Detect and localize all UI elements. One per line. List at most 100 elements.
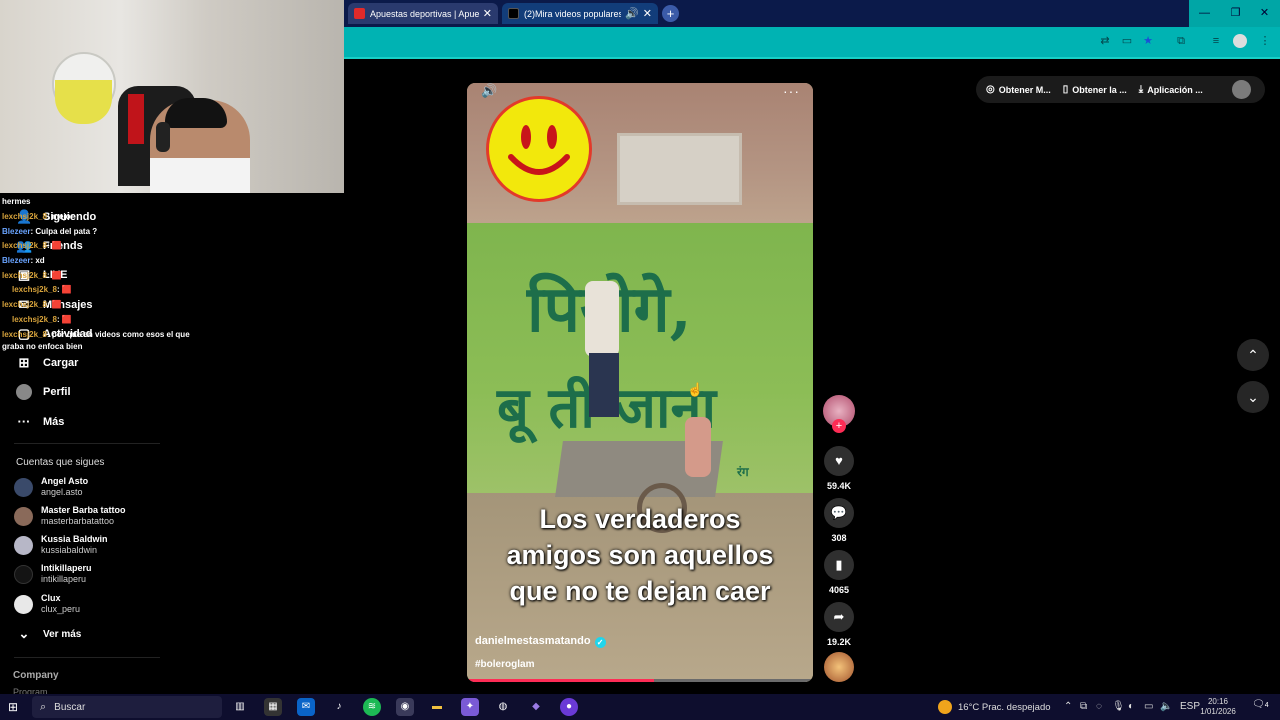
tray-app-icon[interactable]: ⧉ <box>1080 701 1087 712</box>
see-more-button[interactable]: ⌄ Ver más <box>16 626 82 642</box>
like-button[interactable]: ♥ <box>824 446 854 476</box>
sidebar-item-upload[interactable]: ⊞ Cargar <box>16 355 79 371</box>
new-tab-button[interactable]: + <box>662 5 679 22</box>
get-coins-button[interactable]: ◎ Obtener M... <box>986 84 1051 95</box>
tab-apuestas[interactable]: Apuestas deportivas | Apuesta ✕ <box>348 3 498 24</box>
search-icon: ⌕ <box>40 700 47 713</box>
caption-line: que no te dejan caer <box>509 576 771 606</box>
microphone-icon[interactable]: 🎙 <box>1112 701 1125 712</box>
smiley-sticker-icon <box>486 96 592 202</box>
tray-app-icon[interactable]: ◐ <box>1128 701 1134 712</box>
chevron-down-icon: ⌄ <box>1247 389 1259 405</box>
copilot-icon[interactable]: ✦ <box>461 698 479 716</box>
user-avatar[interactable] <box>1232 80 1251 99</box>
volume-icon[interactable]: 🔊 <box>481 83 499 99</box>
tab-tiktok[interactable]: (2)Mira videos populares s 🔊 ✕ <box>502 3 658 24</box>
translate-icon[interactable]: ⇄ <box>1098 34 1112 48</box>
notifications-icon[interactable]: 🗨4 <box>1252 699 1269 710</box>
file-explorer-icon[interactable]: ▬ <box>428 698 446 716</box>
clock[interactable]: 20:16 1/01/2026 <box>1198 697 1238 717</box>
comment-button[interactable]: 💬 <box>824 498 854 528</box>
outlook-icon[interactable]: ✉ <box>297 698 315 716</box>
followed-account[interactable]: Kussia Baldwin kussiabaldwin <box>14 534 108 556</box>
audio-icon[interactable]: 🔊 <box>625 7 639 20</box>
maximize-button[interactable]: ❐ <box>1220 0 1251 27</box>
music-disc-icon[interactable] <box>824 652 854 682</box>
weather-widget[interactable]: 16°C Prac. despejado <box>938 700 1051 714</box>
taskbar-search[interactable]: ⌕ Buscar <box>32 696 222 718</box>
store-icon[interactable]: ▦ <box>264 698 282 716</box>
like-count: 59.4K <box>826 481 852 491</box>
next-video-button[interactable]: ⌄ <box>1237 381 1269 413</box>
desktop-app-button[interactable]: ⤓ Aplicación ... <box>1139 84 1203 95</box>
video-progress-bar[interactable] <box>467 679 813 682</box>
extensions-icon[interactable]: ⧉ <box>1174 34 1188 48</box>
chat-user: lexchsj2k_8 <box>2 212 47 221</box>
chat-text: : 🟥 <box>46 241 62 250</box>
account-handle: angel.asto <box>41 487 83 497</box>
language-indicator[interactable]: ESP <box>1180 701 1200 712</box>
avatar <box>14 535 33 555</box>
chat-line: lexchsj2k_8: 🟥 <box>2 241 62 250</box>
followed-account[interactable]: Clux clux_peru <box>14 593 80 615</box>
video-player[interactable]: पियोगे, बू ती जाना रंग 🔊 ··· Los verdade… <box>467 83 813 682</box>
toolbar-divider <box>344 57 1280 59</box>
close-window-button[interactable]: ✕ <box>1249 0 1280 27</box>
bookmark-star-icon[interactable]: ★ <box>1141 34 1155 48</box>
caption-line: amigos son aquellos <box>506 540 774 570</box>
followed-account[interactable]: Master Barba tattoo masterbarbatattoo <box>14 505 126 527</box>
sidebar-item-more[interactable]: ··· Más <box>16 414 65 430</box>
avatar <box>14 477 33 497</box>
get-app-button[interactable]: ▯ Obtener la ... <box>1063 84 1127 95</box>
reading-list-icon[interactable]: ≡ <box>1209 34 1223 48</box>
comment-count: 308 <box>831 533 847 543</box>
chat-line: hermes <box>2 197 30 206</box>
tray-app-icon[interactable]: ◌ <box>1096 701 1102 712</box>
cast-icon[interactable]: ▭ <box>1120 34 1134 48</box>
previous-video-button[interactable]: ⌃ <box>1237 339 1269 371</box>
save-button[interactable]: ▮ <box>824 550 854 580</box>
taskbar: ⊞ ⌕ Buscar ▥ ▦ ✉ ♪ ≋ ◉ ▬ ✦ ◍ ◆ ● 16°C Pra… <box>0 694 1280 720</box>
progress-fill <box>467 679 654 682</box>
avatar <box>14 594 33 614</box>
coin-icon: ◎ <box>986 84 995 95</box>
webcam-overlay <box>0 0 344 193</box>
followed-account[interactable]: Angel Asto angel.asto <box>14 476 88 498</box>
share-button[interactable]: ➦ <box>824 602 854 632</box>
browser-menu-icon[interactable]: ⋮ <box>1258 34 1272 48</box>
close-tab-icon[interactable]: ✕ <box>483 7 492 20</box>
video-author[interactable]: danielmestasmatando ✓ <box>475 635 606 648</box>
download-icon: ⤓ <box>1138 84 1144 95</box>
tiktok-app-icon[interactable]: ♪ <box>330 698 348 716</box>
spotify-icon[interactable]: ≋ <box>363 698 381 716</box>
betting-favicon-icon <box>354 8 365 19</box>
tray-chevron-icon[interactable]: ⌃ <box>1064 701 1072 712</box>
chat-text: : mejor <box>46 212 74 221</box>
windows-start-icon[interactable]: ⊞ <box>8 700 22 714</box>
browser-toolbar: ⇄ ▭ ★ ⧉ ≡ ⋮ <box>344 27 1280 57</box>
notification-count: 4 <box>1264 702 1269 709</box>
followed-account[interactable]: Intikillaperu intikillaperu <box>14 563 92 585</box>
account-handle: masterbarbatattoo <box>41 516 115 526</box>
fan-cover-image <box>55 80 112 124</box>
more-options-icon[interactable]: ··· <box>783 83 800 99</box>
close-tab-icon[interactable]: ✕ <box>643 7 652 20</box>
sidebar-item-label: Más <box>43 416 65 428</box>
verified-icon: ✓ <box>594 637 606 648</box>
app-diamond-icon[interactable]: ◆ <box>527 698 545 716</box>
volume-tray-icon[interactable]: 🔈 <box>1160 701 1172 712</box>
video-hashtag[interactable]: #boleroglam <box>475 659 534 670</box>
climbing-boy-image <box>585 281 619 357</box>
mouse-cursor-icon: ☝ <box>687 382 704 397</box>
discord-icon[interactable]: ● <box>560 698 578 716</box>
streamer-hair-image <box>165 98 227 128</box>
company-link[interactable]: Company <box>13 670 59 681</box>
minimize-button[interactable]: — <box>1189 0 1220 27</box>
obs-icon[interactable]: ◍ <box>494 698 512 716</box>
network-icon[interactable]: ▭ <box>1144 701 1153 712</box>
task-view-icon[interactable]: ▥ <box>231 698 249 716</box>
follow-plus-icon[interactable]: + <box>832 419 846 433</box>
profile-avatar-icon[interactable] <box>1233 34 1247 48</box>
chrome-icon[interactable]: ◉ <box>396 698 414 716</box>
sidebar-item-profile[interactable]: Perfil <box>16 384 71 400</box>
